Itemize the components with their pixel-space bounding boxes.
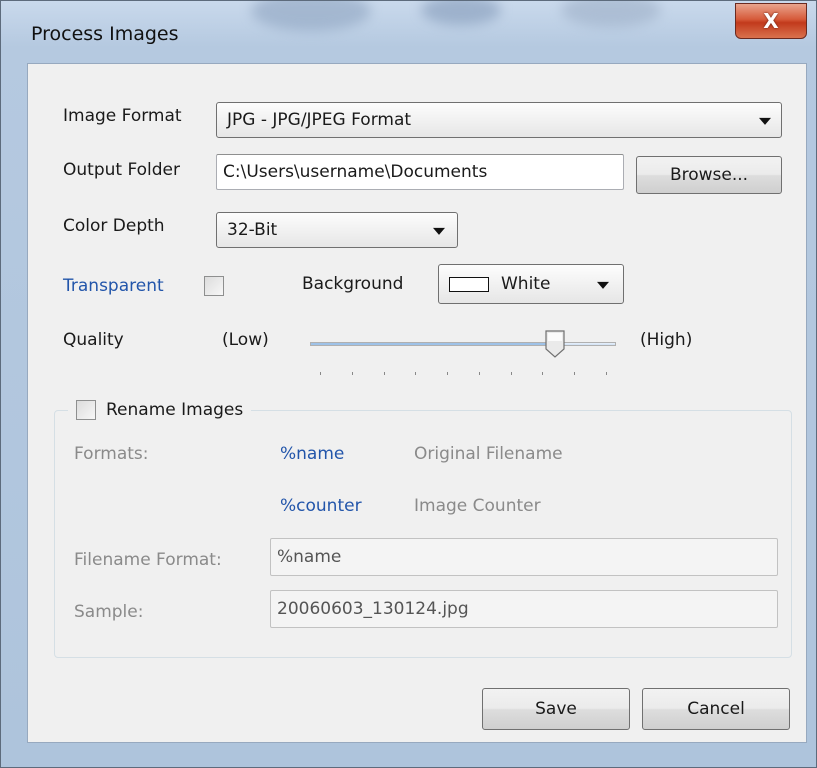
format-desc-name: Original Filename	[414, 444, 563, 464]
image-format-value: JPG - JPG/JPEG Format	[227, 110, 412, 130]
chevron-down-icon	[433, 227, 445, 235]
background-value: White	[501, 274, 551, 294]
filename-format-value: %name	[277, 547, 342, 567]
slider-tick	[447, 372, 449, 375]
save-button[interactable]: Save	[482, 688, 630, 730]
quality-low-label: (Low)	[222, 330, 269, 350]
close-button[interactable]: X	[735, 3, 807, 39]
output-folder-input[interactable]: C:\Users\username\Documents	[216, 154, 624, 190]
quality-high-label: (High)	[640, 330, 693, 350]
quality-slider-thumb[interactable]	[544, 329, 566, 359]
color-depth-label: Color Depth	[63, 216, 165, 236]
image-format-label: Image Format	[63, 106, 182, 126]
quality-slider-fill	[311, 343, 555, 345]
filename-format-label: Filename Format:	[74, 550, 222, 570]
slider-tick	[351, 372, 353, 375]
sample-input: 20060603_130124.jpg	[270, 590, 778, 628]
cancel-button[interactable]: Cancel	[642, 688, 790, 730]
output-folder-label: Output Folder	[63, 160, 180, 180]
background-color-select[interactable]: White	[438, 264, 624, 304]
format-token-name[interactable]: %name	[280, 444, 344, 464]
chevron-down-icon	[759, 117, 771, 125]
color-depth-select[interactable]: 32-Bit	[216, 212, 458, 248]
slider-tick	[478, 372, 480, 375]
close-icon: X	[763, 9, 779, 33]
slider-tick	[383, 372, 385, 375]
slider-tick	[510, 372, 512, 375]
title-bar[interactable]: Process Images X	[1, 1, 816, 63]
filename-format-input[interactable]: %name	[270, 538, 778, 576]
image-format-select[interactable]: JPG - JPG/JPEG Format	[216, 102, 782, 138]
slider-tick	[320, 372, 321, 375]
slider-tick	[574, 372, 576, 375]
output-folder-value: C:\Users\username\Documents	[223, 162, 488, 182]
chevron-down-icon	[597, 281, 609, 289]
dialog-body: Image Format JPG - JPG/JPEG Format Outpu…	[27, 63, 807, 743]
quality-label: Quality	[63, 330, 124, 350]
rename-images-label: Rename Images	[106, 400, 244, 420]
slider-tick	[606, 372, 607, 375]
dialog-window: Process Images X Image Format JPG - JPG/…	[0, 0, 817, 768]
formats-label: Formats:	[74, 444, 149, 464]
slider-tick	[542, 372, 544, 375]
slider-tick	[415, 372, 417, 375]
window-title: Process Images	[31, 23, 179, 45]
browse-button[interactable]: Browse...	[636, 156, 782, 194]
sample-label: Sample:	[74, 602, 144, 622]
quality-slider-track[interactable]	[310, 342, 616, 346]
format-token-counter[interactable]: %counter	[280, 496, 362, 516]
transparent-label[interactable]: Transparent	[63, 276, 164, 296]
color-depth-value: 32-Bit	[227, 220, 278, 240]
rename-images-checkbox[interactable]	[76, 400, 96, 420]
rename-images-header[interactable]: Rename Images	[68, 398, 252, 422]
format-desc-counter: Image Counter	[414, 496, 541, 516]
color-swatch	[449, 277, 489, 292]
transparent-checkbox[interactable]	[204, 276, 224, 296]
sample-value: 20060603_130124.jpg	[277, 599, 469, 619]
background-label: Background	[302, 274, 404, 294]
